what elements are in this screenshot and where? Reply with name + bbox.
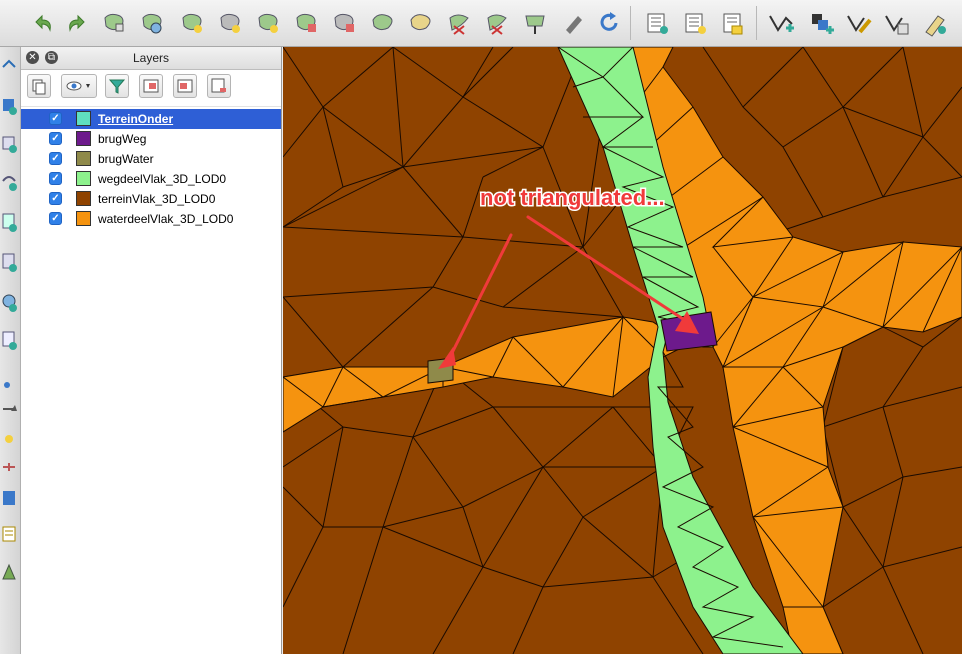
layers-panel: ✕ ⧉ Layers ✓ TerreinOnder ✓ brugWeg ✓ brugWat… (21, 47, 282, 654)
add-gpx-icon[interactable] (1, 561, 17, 583)
eye-icon (66, 81, 90, 91)
layer-color-swatch (76, 151, 91, 166)
merge-attributes-icon[interactable] (920, 8, 950, 38)
add-mssql-icon[interactable] (1, 211, 17, 233)
layer-color-swatch (76, 211, 91, 226)
refresh-icon[interactable] (594, 8, 624, 38)
collapse-all-button[interactable] (173, 74, 197, 98)
layer-name: terreinVlak_3D_LOD0 (98, 192, 216, 206)
layer-row[interactable]: ✓ wegdeelVlak_3D_LOD0 (21, 169, 281, 189)
simplify-icon[interactable] (178, 8, 208, 38)
collapse-all-icon (177, 79, 193, 93)
layer-color-swatch (76, 191, 91, 206)
layer-visibility-checkbox[interactable]: ✓ (49, 132, 62, 145)
layer-row[interactable]: ✓ brugWeg (21, 129, 281, 149)
layer-visibility-checkbox[interactable]: ✓ (49, 172, 62, 185)
reshape-icon[interactable] (406, 8, 436, 38)
map-canvas[interactable]: not triangulated... (283, 47, 962, 654)
layer-visibility-checkbox[interactable]: ✓ (49, 212, 62, 225)
add-wms-icon[interactable] (1, 291, 17, 313)
expand-all-button[interactable] (139, 74, 163, 98)
filter-icon (108, 79, 126, 94)
layer-color-swatch (76, 131, 91, 146)
expand-all-icon (143, 79, 159, 93)
layer-name: waterdeelVlak_3D_LOD0 (98, 212, 234, 226)
layer-name: TerreinOnder (98, 112, 174, 126)
rotate-feature-icon[interactable] (138, 8, 168, 38)
vertex-editor-icon[interactable] (844, 8, 874, 38)
delete-ring-icon[interactable] (330, 8, 360, 38)
remove-layer-icon (211, 78, 226, 93)
add-vector-icon[interactable] (1, 55, 17, 77)
layer-name: wegdeelVlak_3D_LOD0 (98, 172, 227, 186)
delete-selected-icon[interactable] (882, 8, 912, 38)
map-view[interactable]: not triangulated... (283, 47, 962, 654)
save-edits-icon[interactable] (680, 8, 710, 38)
layer-color-swatch (76, 171, 91, 186)
filter-legend-button[interactable] (105, 74, 129, 98)
add-postgis-icon[interactable] (1, 133, 17, 155)
node-tool-icon[interactable] (100, 8, 130, 38)
offset-curve-icon[interactable] (444, 8, 474, 38)
delete-part-icon[interactable] (368, 8, 398, 38)
layers-panel-title: Layers (132, 51, 170, 65)
add-delimited-text-icon[interactable] (1, 523, 17, 545)
add-wcs-icon[interactable] (1, 329, 17, 351)
add-raster-icon[interactable] (1, 95, 17, 117)
layer-name: brugWater (98, 152, 154, 166)
manage-visibility-button[interactable] (61, 74, 97, 98)
add-part-icon[interactable] (254, 8, 284, 38)
main-toolbar (0, 0, 962, 47)
redo-icon[interactable] (62, 8, 92, 38)
undo-icon[interactable] (28, 8, 58, 38)
layer-visibility-checkbox[interactable]: ✓ (49, 192, 62, 205)
add-virtual-layer-icon[interactable] (1, 487, 17, 509)
left-toolbar (0, 47, 21, 654)
add-feature-icon[interactable] (718, 8, 748, 38)
layers-panel-toolbar (21, 70, 281, 107)
open-layer-styling-button[interactable] (27, 74, 51, 98)
add-spatialite-icon[interactable] (1, 171, 17, 193)
fill-ring-icon[interactable] (292, 8, 322, 38)
layer-visibility-checkbox[interactable]: ✓ (49, 112, 62, 125)
digitize-icon[interactable] (806, 8, 836, 38)
move-feature-icon[interactable] (766, 8, 796, 38)
new-shapefile-icon[interactable] (1, 427, 17, 449)
add-ring-icon[interactable] (216, 8, 246, 38)
split-parts-icon[interactable] (520, 8, 550, 38)
layers-panel-header: ✕ ⧉ Layers (21, 47, 281, 70)
layer-color-swatch (76, 111, 91, 126)
layer-visibility-checkbox[interactable]: ✓ (49, 152, 62, 165)
layer-styling-icon (32, 79, 46, 95)
add-wfs-icon[interactable] (1, 373, 17, 395)
add-oracle-icon[interactable] (1, 251, 17, 273)
remove-layer-button[interactable] (207, 74, 231, 98)
layer-row[interactable]: ✓ waterdeelVlak_3D_LOD0 (21, 209, 281, 229)
merge-features-icon[interactable] (558, 8, 588, 38)
layer-row[interactable]: ✓ terreinVlak_3D_LOD0 (21, 189, 281, 209)
annotation-text: not triangulated... (480, 185, 665, 210)
layer-row[interactable]: ✓ TerreinOnder (21, 109, 281, 129)
layer-row[interactable]: ✓ brugWater (21, 149, 281, 169)
add-delimited-icon[interactable] (1, 397, 17, 419)
layer-tree: ✓ TerreinOnder ✓ brugWeg ✓ brugWater ✓ wegdeelV… (21, 107, 281, 229)
new-layer-icon[interactable] (1, 455, 17, 477)
split-features-icon[interactable] (482, 8, 512, 38)
toggle-edit-icon[interactable] (642, 8, 672, 38)
layer-name: brugWeg (98, 132, 147, 146)
